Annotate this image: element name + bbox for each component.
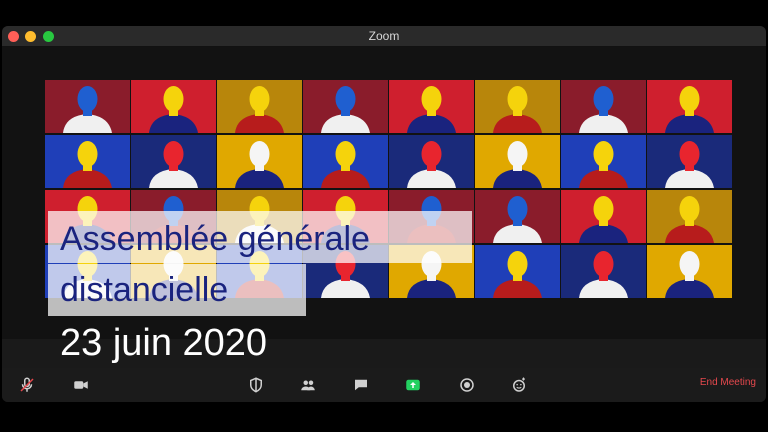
avatar [63, 86, 112, 133]
meeting-title-line1: Assemblée générale [60, 220, 370, 258]
participant-tile[interactable] [389, 80, 474, 133]
participant-tile[interactable] [131, 80, 216, 133]
avatar [149, 86, 198, 133]
chat-icon[interactable] [350, 374, 372, 396]
avatar [321, 141, 370, 188]
avatar [493, 141, 542, 188]
participant-tile[interactable] [131, 135, 216, 188]
participant-tile[interactable] [475, 80, 560, 133]
participant-tile[interactable] [303, 135, 388, 188]
share-screen-icon[interactable] [402, 374, 424, 396]
avatar [579, 141, 628, 188]
avatar [579, 86, 628, 133]
avatar [149, 141, 198, 188]
participant-tile[interactable] [45, 80, 130, 133]
title-bar: Zoom [2, 26, 766, 47]
avatar [321, 86, 370, 133]
meeting-toolbar: End Meeting [2, 368, 766, 402]
participant-tile[interactable] [561, 190, 646, 243]
participant-tile[interactable] [647, 245, 732, 298]
participant-tile[interactable] [303, 80, 388, 133]
participant-tile[interactable] [475, 245, 560, 298]
avatar [235, 86, 284, 133]
participant-tile[interactable] [647, 135, 732, 188]
avatar [407, 86, 456, 133]
avatar [493, 86, 542, 133]
avatar [665, 196, 714, 243]
participant-tile[interactable] [561, 245, 646, 298]
video-camera-icon[interactable] [70, 374, 92, 396]
end-meeting-button[interactable]: End Meeting [700, 377, 756, 388]
avatar [407, 141, 456, 188]
participant-tile[interactable] [389, 135, 474, 188]
participant-tile[interactable] [475, 135, 560, 188]
meeting-title-line2: distancielle [60, 271, 229, 309]
participants-icon[interactable] [297, 374, 319, 396]
microphone-muted-icon[interactable] [16, 374, 38, 396]
participant-tile[interactable] [217, 80, 302, 133]
avatar [665, 86, 714, 133]
avatar [579, 251, 628, 298]
avatar [579, 196, 628, 243]
avatar [665, 141, 714, 188]
participant-tile[interactable] [647, 80, 732, 133]
participant-tile[interactable] [475, 190, 560, 243]
avatar [235, 141, 284, 188]
participant-tile[interactable] [561, 135, 646, 188]
participant-tile[interactable] [647, 190, 732, 243]
participant-tile[interactable] [217, 135, 302, 188]
window-title: Zoom [368, 29, 400, 43]
avatar [493, 196, 542, 243]
avatar [63, 141, 112, 188]
avatar [493, 251, 542, 298]
participant-tile[interactable] [45, 135, 130, 188]
meeting-date: 23 juin 2020 [60, 322, 268, 364]
record-icon[interactable] [456, 374, 478, 396]
reactions-icon[interactable] [508, 374, 530, 396]
participant-tile[interactable] [561, 80, 646, 133]
avatar [665, 251, 714, 298]
shield-icon[interactable] [245, 374, 267, 396]
